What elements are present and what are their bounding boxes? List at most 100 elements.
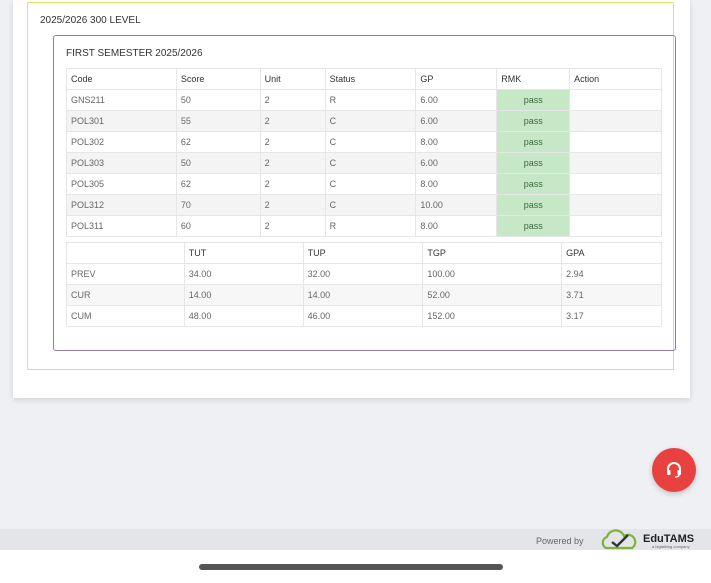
col-tgp: TGP [422,242,563,264]
cloud-check-icon [601,529,637,550]
summary-tut: 48.00 [183,305,304,327]
course-status: R [324,89,417,111]
summary-row: CUR 14.00 14.00 52.00 3.71 [66,284,662,306]
table-row: POL311 60 2 R 8.00 pass [66,215,662,237]
course-unit: 2 [259,173,326,195]
course-gp: 6.00 [415,152,498,174]
course-status: C [324,131,417,153]
col-score: Score [175,68,261,90]
brand-tagline: a bigtalking company [652,544,690,549]
table-row: POL301 55 2 C 6.00 pass [66,110,662,132]
course-code: GNS211 [66,89,177,111]
summary-tup: 46.00 [302,305,424,327]
footer: Powered by EduTAMS a bigtalking company [0,529,711,550]
course-status: C [324,152,417,174]
home-indicator[interactable] [199,564,503,570]
course-action [569,152,662,174]
level-panel: 2025/2026 300 LEVEL FIRST SEMESTER 2025/… [27,2,676,370]
summary-label: CUR [66,284,185,306]
course-score: 62 [175,173,261,195]
col-rmk: RMK [496,68,571,90]
course-action [569,131,662,153]
course-gp: 6.00 [415,110,498,132]
course-code: POL302 [66,131,177,153]
table-row: POL312 70 2 C 10.00 pass [66,194,662,216]
col-unit: Unit [259,68,326,90]
course-gp: 8.00 [415,215,498,237]
system-navigation-bar [0,550,711,583]
summary-tut: 14.00 [183,284,304,306]
course-gp: 8.00 [415,173,498,195]
rmk-badge: pass [496,215,571,237]
course-action [569,110,662,132]
course-code: POL305 [66,173,177,195]
course-unit: 2 [259,194,326,216]
headset-icon [667,462,681,478]
summary-tgp: 152.00 [422,305,563,327]
course-code: POL303 [66,152,177,174]
course-score: 55 [175,110,261,132]
course-action [569,173,662,195]
course-action [569,89,662,111]
course-unit: 2 [259,215,326,237]
semester-title: FIRST SEMESTER 2025/2026 [66,48,203,59]
course-status: C [324,194,417,216]
course-score: 60 [175,215,261,237]
course-unit: 2 [259,152,326,174]
col-action: Action [569,68,662,90]
course-unit: 2 [259,89,326,111]
summary-label: PREV [66,263,185,285]
course-status: C [324,173,417,195]
summary-tgp: 52.00 [422,284,563,306]
col-gp: GP [415,68,498,90]
rmk-badge: pass [496,131,571,153]
table-row: POL305 62 2 C 8.00 pass [66,173,662,195]
course-gp: 6.00 [415,89,498,111]
summary-gpa: 3.71 [561,284,662,306]
col-tup: TUP [302,242,424,264]
results-table: Code Score Unit Status GP RMK Action GNS… [66,68,662,237]
table-row: POL303 50 2 C 6.00 pass [66,152,662,174]
rmk-badge: pass [496,89,571,111]
course-code: POL311 [66,215,177,237]
course-gp: 8.00 [415,131,498,153]
rmk-badge: pass [496,194,571,216]
course-status: R [324,215,417,237]
summary-row: CUM 48.00 46.00 152.00 3.17 [66,305,662,327]
course-score: 70 [175,194,261,216]
powered-by-label: Powered by [536,536,584,546]
course-score: 50 [175,152,261,174]
col-blank [66,242,185,264]
course-unit: 2 [259,110,326,132]
course-gp: 10.00 [415,194,498,216]
summary-tup: 14.00 [302,284,424,306]
course-code: POL312 [66,194,177,216]
course-action [569,194,662,216]
rmk-badge: pass [496,110,571,132]
result-card: 2025/2026 300 LEVEL FIRST SEMESTER 2025/… [13,0,690,398]
course-unit: 2 [259,131,326,153]
course-code: POL301 [66,110,177,132]
support-button[interactable] [652,448,696,492]
summary-tut: 34.00 [183,263,304,285]
col-code: Code [66,68,177,90]
summary-tgp: 100.00 [422,263,563,285]
summary-tup: 32.00 [302,263,424,285]
semester-panel: FIRST SEMESTER 2025/2026 Code Score Unit… [53,35,676,351]
table-row: POL302 62 2 C 8.00 pass [66,131,662,153]
summary-table: TUT TUP TGP GPA PREV 34.00 32.00 100.00 … [66,242,662,327]
summary-gpa: 2.94 [561,263,662,285]
summary-header-row: TUT TUP TGP GPA [66,242,662,264]
col-status: Status [324,68,417,90]
summary-row: PREV 34.00 32.00 100.00 2.94 [66,263,662,285]
course-score: 50 [175,89,261,111]
rmk-badge: pass [496,152,571,174]
summary-gpa: 3.17 [561,305,662,327]
course-status: C [324,110,417,132]
col-tut: TUT [183,242,304,264]
rmk-badge: pass [496,173,571,195]
summary-label: CUM [66,305,185,327]
course-score: 62 [175,131,261,153]
course-action [569,215,662,237]
col-gpa: GPA [561,242,662,264]
